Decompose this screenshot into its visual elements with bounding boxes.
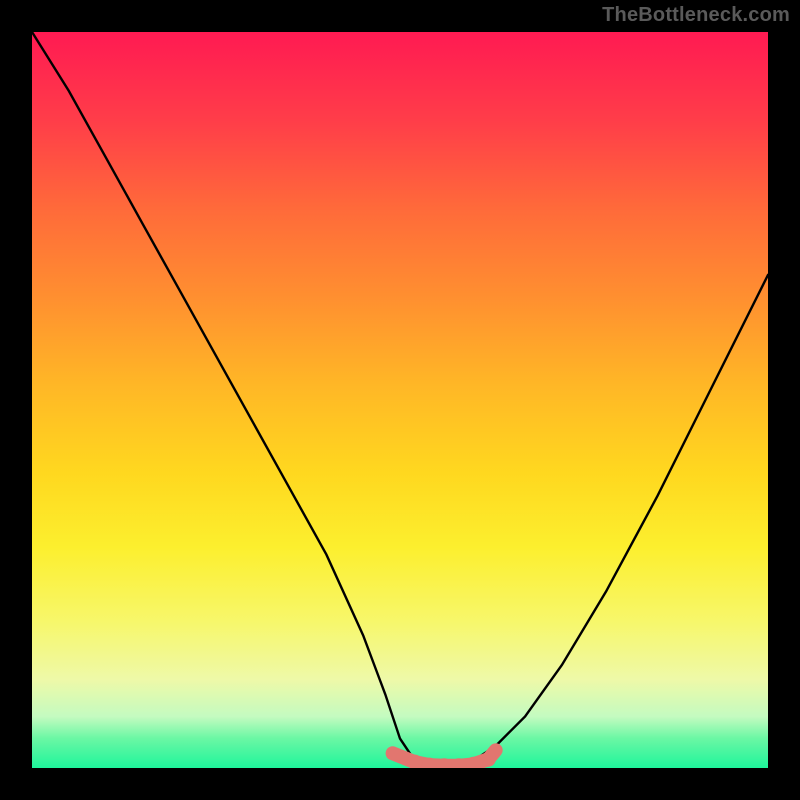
bottleneck-curve (32, 32, 768, 768)
watermark-text: TheBottleneck.com (602, 4, 790, 27)
chart-svg (32, 32, 768, 768)
chart-frame (32, 32, 768, 768)
optimal-range-marker (387, 744, 502, 768)
